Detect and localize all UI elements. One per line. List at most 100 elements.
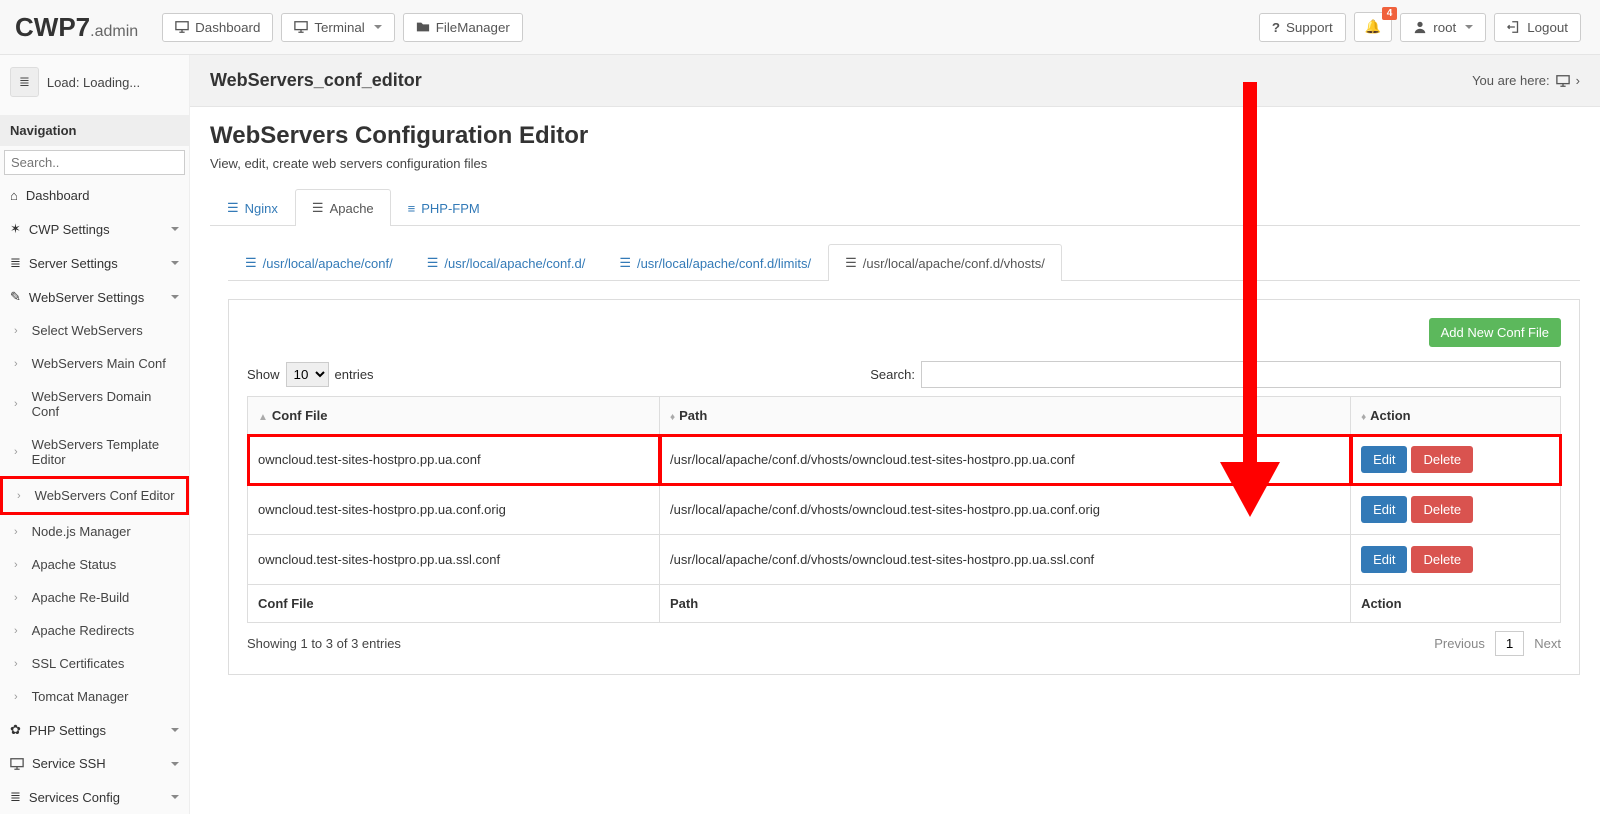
monitor-icon <box>294 20 308 34</box>
prev-button[interactable]: Previous <box>1434 636 1485 651</box>
monitor-icon <box>10 757 24 771</box>
edit-button[interactable]: Edit <box>1361 446 1407 473</box>
subtab-limits[interactable]: ☰/usr/local/apache/conf.d/limits/ <box>602 244 828 281</box>
table-search-input[interactable] <box>921 361 1561 388</box>
folder-icon <box>416 20 430 34</box>
cell-action: EditDelete <box>1351 485 1561 535</box>
sort-icon: ♦ <box>1361 412 1366 423</box>
sidebar-item-server-settings[interactable]: ≣Server Settings <box>0 246 189 280</box>
nav-search-input[interactable] <box>4 150 185 175</box>
th-action[interactable]: ♦Action <box>1351 397 1561 435</box>
cell-action: EditDelete <box>1351 535 1561 585</box>
pencil-icon: ✎ <box>10 289 21 305</box>
sort-asc-icon: ▲ <box>258 412 268 423</box>
list-icon: ☰ <box>845 255 857 271</box>
sidebar-item-nodejs-manager[interactable]: Node.js Manager <box>0 515 189 548</box>
next-button[interactable]: Next <box>1534 636 1561 651</box>
chevron-down-icon <box>171 795 179 799</box>
load-status: ≣Load: Loading... <box>0 55 189 115</box>
table-panel: Add New Conf File Show 10 entries Search… <box>228 299 1580 675</box>
chevron-down-icon <box>171 728 179 732</box>
dashboard-button[interactable]: Dashboard <box>162 13 273 42</box>
sidebar-item-php-settings[interactable]: ✿PHP Settings <box>0 713 189 747</box>
content: WebServers Configuration Editor View, ed… <box>190 107 1600 690</box>
bell-icon: 🔔 <box>1365 19 1382 34</box>
sidebar-item-tomcat-manager[interactable]: Tomcat Manager <box>0 680 189 713</box>
cell-conf: owncloud.test-sites-hostpro.pp.ua.conf <box>248 435 660 485</box>
nav-header: Navigation <box>0 115 189 146</box>
chevron-down-icon <box>171 762 179 766</box>
page-1-button[interactable]: 1 <box>1495 631 1524 656</box>
terminal-button[interactable]: Terminal <box>281 13 394 42</box>
tab-php-fpm[interactable]: ≡PHP-FPM <box>391 189 497 226</box>
support-button[interactable]: ?Support <box>1259 13 1346 42</box>
th-path[interactable]: ♦Path <box>660 397 1351 435</box>
sliders-icon: ≡ <box>408 201 416 216</box>
logout-button[interactable]: Logout <box>1494 13 1581 42</box>
server-icon: ≣ <box>10 67 39 97</box>
pager: Previous 1 Next <box>1434 631 1561 656</box>
subtab-confd[interactable]: ☰/usr/local/apache/conf.d/ <box>410 244 603 281</box>
list-icon: ☰ <box>245 255 257 271</box>
list-icon: ☰ <box>227 200 239 216</box>
chevron-down-icon <box>171 295 179 299</box>
gear-icon: ✿ <box>10 722 21 738</box>
page-title: WebServers_conf_editor <box>210 70 422 91</box>
sidebar-item-services-config[interactable]: ≣Services Config <box>0 780 189 814</box>
edit-button[interactable]: Edit <box>1361 546 1407 573</box>
delete-button[interactable]: Delete <box>1411 446 1473 473</box>
server-icon: ≣ <box>10 255 21 271</box>
table-info: Showing 1 to 3 of 3 entries <box>247 636 401 651</box>
logout-icon <box>1507 20 1521 34</box>
page-heading: WebServers Configuration Editor <box>210 122 1580 150</box>
tab-apache[interactable]: ☰Apache <box>295 189 391 226</box>
show-label: Show <box>247 367 280 382</box>
list-icon: ☰ <box>312 200 324 216</box>
cell-path: /usr/local/apache/conf.d/vhosts/owncloud… <box>660 435 1351 485</box>
search-label: Search: <box>870 367 915 382</box>
home-icon: ⌂ <box>10 188 18 203</box>
notifications-button[interactable]: 🔔4 <box>1354 12 1393 42</box>
sidebar-item-conf-editor[interactable]: WebServers Conf Editor <box>0 476 189 515</box>
cell-conf: owncloud.test-sites-hostpro.pp.ua.conf.o… <box>248 485 660 535</box>
main: WebServers_conf_editor You are here:› We… <box>190 55 1600 814</box>
cell-action: EditDelete <box>1351 435 1561 485</box>
entries-label: entries <box>335 367 374 382</box>
sidebar-item-apache-redirects[interactable]: Apache Redirects <box>0 614 189 647</box>
wrench-icon: ✶ <box>10 221 21 237</box>
sidebar-item-apache-rebuild[interactable]: Apache Re-Build <box>0 581 189 614</box>
sidebar-item-domain-conf[interactable]: WebServers Domain Conf <box>0 380 189 428</box>
sidebar-item-main-conf[interactable]: WebServers Main Conf <box>0 347 189 380</box>
edit-button[interactable]: Edit <box>1361 496 1407 523</box>
subtab-conf[interactable]: ☰/usr/local/apache/conf/ <box>228 244 410 281</box>
title-bar: WebServers_conf_editor You are here:› <box>190 55 1600 107</box>
delete-button[interactable]: Delete <box>1411 496 1473 523</box>
sidebar-item-service-ssh[interactable]: Service SSH <box>0 747 189 780</box>
sidebar-item-apache-status[interactable]: Apache Status <box>0 548 189 581</box>
sidebar-item-webserver-settings[interactable]: ✎WebServer Settings <box>0 280 189 314</box>
table-footer: Showing 1 to 3 of 3 entries Previous 1 N… <box>247 631 1561 656</box>
notification-badge: 4 <box>1382 7 1398 20</box>
cell-conf: owncloud.test-sites-hostpro.pp.ua.ssl.co… <box>248 535 660 585</box>
entries-select[interactable]: 10 <box>286 362 329 387</box>
tf-action: Action <box>1351 585 1561 623</box>
delete-button[interactable]: Delete <box>1411 546 1473 573</box>
table-row: owncloud.test-sites-hostpro.pp.ua.conf/u… <box>248 435 1561 485</box>
filemanager-button[interactable]: FileManager <box>403 13 523 42</box>
sidebar-item-dashboard[interactable]: ⌂Dashboard <box>0 179 189 212</box>
breadcrumb: You are here:› <box>1472 73 1580 88</box>
user-button[interactable]: root <box>1400 13 1486 42</box>
brand: CWP7.admin <box>15 12 138 43</box>
sidebar-item-template-editor[interactable]: WebServers Template Editor <box>0 428 189 476</box>
conf-table: ▲Conf File ♦Path ♦Action owncloud.test-s… <box>247 396 1561 623</box>
subtab-vhosts[interactable]: ☰/usr/local/apache/conf.d/vhosts/ <box>828 244 1062 281</box>
user-icon <box>1413 20 1427 34</box>
chevron-down-icon <box>171 227 179 231</box>
tab-nginx[interactable]: ☰Nginx <box>210 189 295 226</box>
sidebar-item-cwp-settings[interactable]: ✶CWP Settings <box>0 212 189 246</box>
chevron-right-icon: › <box>1576 73 1580 88</box>
sidebar-item-select-webservers[interactable]: Select WebServers <box>0 314 189 347</box>
sidebar-item-ssl-certs[interactable]: SSL Certificates <box>0 647 189 680</box>
th-conf-file[interactable]: ▲Conf File <box>248 397 660 435</box>
add-conf-button[interactable]: Add New Conf File <box>1429 318 1561 347</box>
